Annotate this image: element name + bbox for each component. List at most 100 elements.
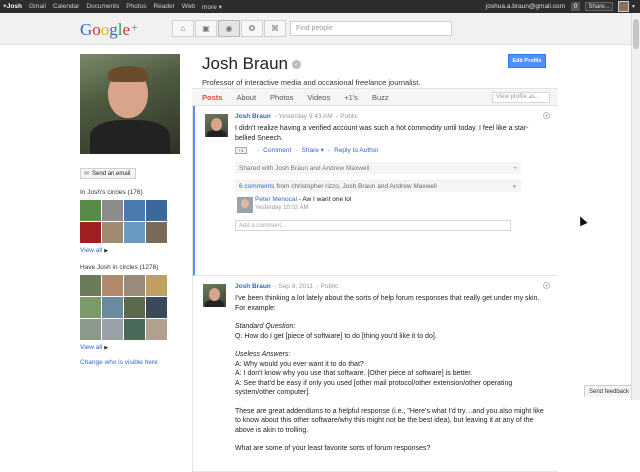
games-icon[interactable]: ⌘ [264,20,286,37]
nav-reader[interactable]: Reader [153,3,174,10]
in-circles-title: In Josh's circles (176) [80,189,143,196]
answer-3: A: See that'd be easy if only you used [… [235,379,513,397]
tab-photos[interactable]: Photos [270,93,293,102]
shared-with-box[interactable]: Shared with Josh Braun and Andrew Maxwel… [235,162,521,174]
add-comment-input[interactable]: Add a comment... [235,220,511,231]
nav-calendar[interactable]: Calendar [53,3,79,10]
post-paragraph: Useless Answers: A: Why would you ever wa… [235,350,548,398]
circle-member-avatar[interactable] [124,297,145,318]
circle-member-avatar[interactable] [124,200,145,221]
post-body: I didn't realize having a verified accou… [235,125,529,142]
view-all-have-circles-link[interactable]: View all ▶ [80,344,180,351]
plus-one-button[interactable]: +1 [235,146,247,154]
account-chevron-down-icon[interactable]: ▼ [631,4,636,10]
circle-member-avatar[interactable] [80,275,101,296]
post-header: Josh Braun - Yesterday 9:43 AM - Public [235,113,358,120]
change-visible-link[interactable]: Change who is visible here [80,359,180,366]
photos-icon[interactable]: ▣ [195,20,217,37]
circle-member-avatar[interactable] [102,200,123,221]
mouse-cursor-icon [576,214,588,227]
google-bar-nav: +Josh Gmail Calendar Documents Photos Re… [0,3,229,11]
post-visibility[interactable]: Public [321,283,339,290]
post: ▼ Josh Braun - Sep 9, 2011 - Public I've… [193,276,558,472]
circle-member-avatar[interactable] [80,297,101,318]
tab-posts[interactable]: Posts [202,93,222,102]
edit-profile-button[interactable]: Edit Profile [508,54,546,68]
comment-link[interactable]: Comment [263,147,291,154]
post-author-avatar[interactable] [205,114,228,137]
nav-web[interactable]: Web [182,3,195,10]
profile-icon[interactable]: ◉ [218,20,240,37]
account-email[interactable]: joshua.a.braun@gmail.com [486,3,565,10]
circle-member-avatar[interactable] [124,222,145,243]
circle-member-avatar[interactable] [146,275,167,296]
comments-count: 6 comments [239,183,275,190]
profile-photo[interactable] [80,54,180,154]
circle-member-avatar[interactable] [102,297,123,318]
page-scrollbar[interactable] [631,13,640,400]
shared-with-text: Shared with Josh Braun and Andrew Maxwel… [239,164,370,172]
circle-member-avatar[interactable] [146,319,167,340]
nav-gmail[interactable]: Gmail [29,3,46,10]
send-feedback-button[interactable]: Send feedback [584,385,634,397]
circle-member-avatar[interactable] [146,200,167,221]
post-paragraph: What are some of your least favorite sor… [235,445,431,452]
circle-member-avatar[interactable] [80,222,101,243]
circle-member-avatar[interactable] [80,319,101,340]
circle-member-avatar[interactable] [102,222,123,243]
post-author-avatar[interactable] [203,284,226,307]
circle-member-avatar[interactable] [146,297,167,318]
circle-member-avatar[interactable] [80,200,101,221]
post-header: Josh Braun - Sep 9, 2011 - Public [235,283,339,290]
tab-about[interactable]: About [236,93,256,102]
nav-more[interactable]: more ▾ [202,3,222,11]
post-paragraph: These are great addendums to a helpful r… [235,407,544,434]
view-profile-as-input[interactable]: View profile as... [492,91,550,103]
share-box-button[interactable]: Share... [585,2,614,11]
post-author[interactable]: Josh Braun [235,113,271,120]
standard-question-text: Q: How do I get [piece of software] to d… [235,332,437,340]
post-body: I've been thinking a lot lately about th… [235,294,548,454]
circle-member-avatar[interactable] [102,275,123,296]
tab-videos[interactable]: Videos [307,93,330,102]
tab-plus-ones[interactable]: +1's [344,93,358,102]
circle-member-avatar[interactable] [124,275,145,296]
send-email-button[interactable]: ✉ Send an email [80,168,136,179]
nav-documents[interactable]: Documents [86,3,119,10]
scrollbar-thumb[interactable] [633,19,639,49]
comment-text: Aw I want one lol [302,196,352,203]
comment-time[interactable]: Yesterday 10:02 AM [255,205,548,211]
reply-to-author-link[interactable]: Reply to Author [334,147,378,154]
tab-buzz[interactable]: Buzz [372,93,389,102]
circles-icon[interactable]: ❂ [241,20,263,37]
nav-plus-josh[interactable]: +Josh [3,3,22,10]
useless-answers-label: Useless Answers: [235,351,291,358]
post-visibility[interactable]: Public [340,113,358,120]
post-options-icon[interactable]: ▼ [543,282,550,289]
gplus-header: Google+ ⌂ ▣ ◉ ❂ ⌘ Find people [0,13,640,45]
profile-name: Josh Braun [202,54,288,73]
comments-summary[interactable]: 6 comments from christopher rizzo, Josh … [235,180,521,192]
account-avatar[interactable] [618,1,630,12]
find-people-input[interactable]: Find people [290,21,452,36]
share-link[interactable]: Share ▾ [302,146,324,154]
verified-check-icon[interactable]: ✓ [292,59,301,69]
post-time[interactable]: Yesterday 9:43 AM [278,113,332,120]
post-author[interactable]: Josh Braun [235,283,271,290]
profile-tagline: Professor of interactive media and occas… [202,78,421,87]
send-email-label: Send an email [92,170,131,177]
post-options-icon[interactable]: ▼ [543,112,550,119]
circle-member-avatar[interactable] [102,319,123,340]
circle-member-avatar[interactable] [146,222,167,243]
view-all-in-circles-link[interactable]: View all ▶ [80,247,180,254]
home-icon[interactable]: ⌂ [172,20,194,37]
circle-member-avatar[interactable] [124,319,145,340]
comment-author[interactable]: Peter Menocal [255,196,297,203]
nav-photos[interactable]: Photos [126,3,146,10]
notification-count[interactable]: 0 [571,2,581,11]
post-paragraph: I've been thinking a lot lately about th… [235,295,540,312]
post-time[interactable]: Sep 9, 2011 [278,283,313,290]
google-plus-logo[interactable]: Google+ [80,20,138,40]
chevron-right-icon: ▶ [104,344,109,351]
comment-avatar[interactable] [237,197,253,213]
